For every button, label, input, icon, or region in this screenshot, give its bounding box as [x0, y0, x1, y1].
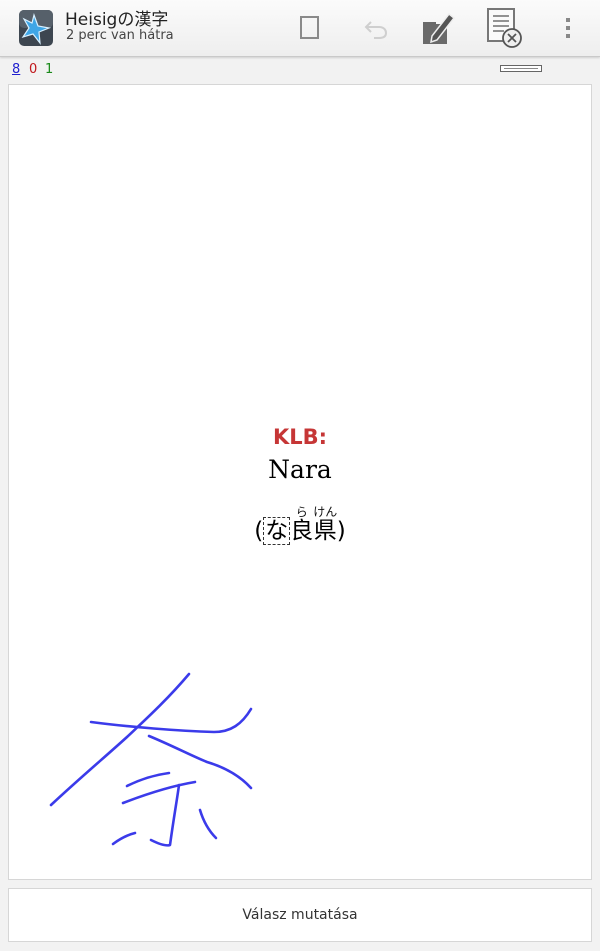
app-subtitle: 2 perc van hátra [66, 28, 174, 43]
bury-card-button[interactable] [484, 8, 524, 48]
progress-indicator [500, 65, 542, 72]
overflow-menu-icon [566, 18, 570, 38]
kanji-ra-char: 良 [290, 518, 314, 544]
mark-card-icon [300, 16, 319, 39]
paren-close: ) [336, 518, 346, 544]
flashcard[interactable]: KLB: Nara (な良ら県けん) [8, 84, 592, 880]
app-title: Heisigの漢字 [65, 10, 169, 30]
kanji-ken: 県けん [313, 505, 338, 544]
overflow-menu-button[interactable] [548, 8, 588, 48]
action-bar: Heisigの漢字 2 perc van hátra [0, 0, 600, 57]
learn-count: 0 [29, 62, 38, 77]
mark-card-button[interactable] [290, 8, 330, 48]
new-count: 8 [12, 62, 21, 77]
cloze-box: な [263, 517, 291, 545]
reading-ken: けん [313, 505, 338, 519]
undo-icon [364, 21, 388, 39]
review-count: 1 [45, 62, 54, 77]
paren-open: ( [254, 518, 264, 544]
card-sentence: (な良ら県けん) [9, 505, 591, 545]
edit-note-icon [423, 12, 456, 44]
card-word: Nara [268, 455, 332, 484]
reading-ra: ら [290, 505, 314, 519]
kanji-ra: 良ら [290, 505, 314, 544]
edit-note-button[interactable] [418, 8, 458, 48]
app-icon[interactable] [18, 6, 54, 50]
card-label: KLB: [272, 425, 328, 449]
undo-button[interactable] [356, 8, 396, 48]
bury-card-icon [487, 8, 522, 48]
kanji-ken-char: 県 [313, 518, 338, 544]
show-answer-button[interactable]: Válasz mutatása [8, 888, 592, 942]
